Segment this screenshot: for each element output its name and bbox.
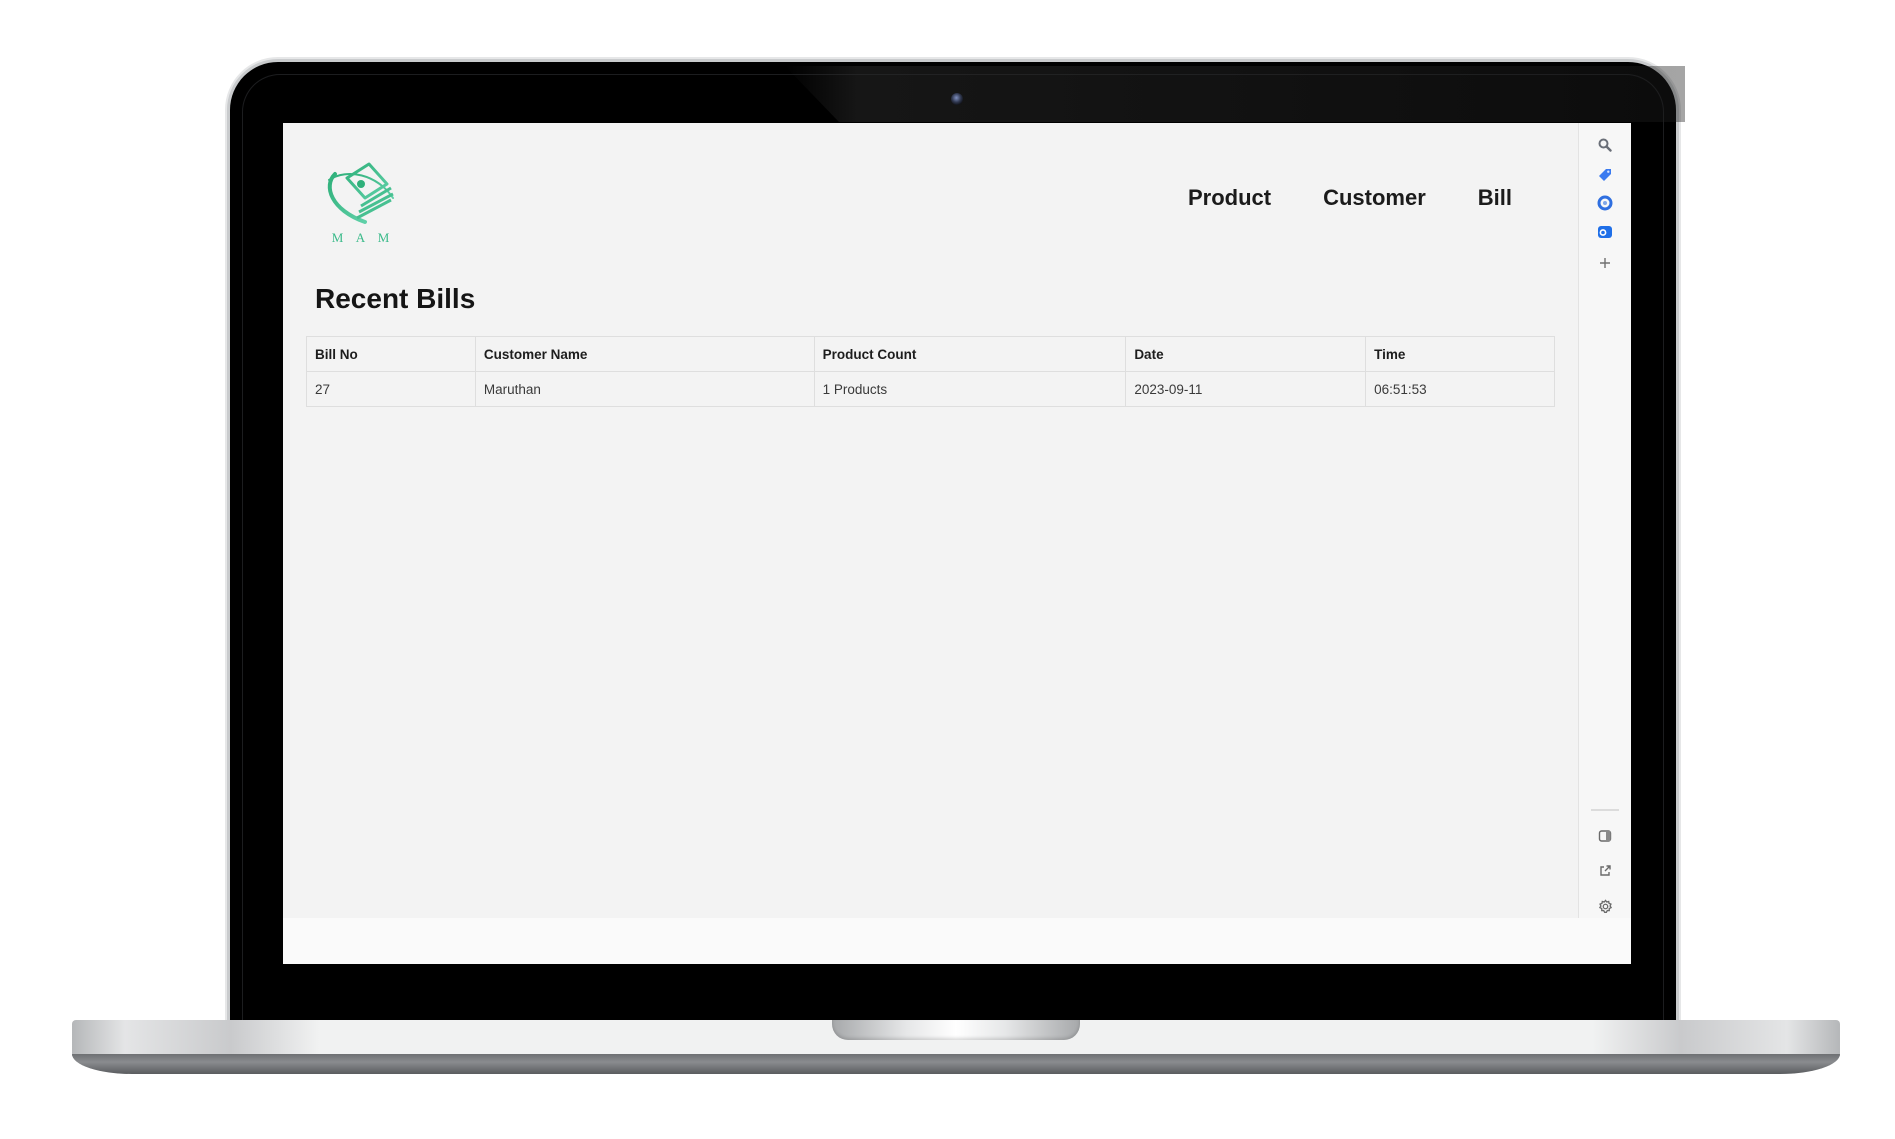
outlook-icon[interactable] [1593,220,1617,244]
brand-logo[interactable]: M A M [321,158,405,248]
cell-product-count: 1 Products [813,371,1127,407]
open-external-icon[interactable] [1593,859,1617,883]
laptop-opening-notch [832,1020,1080,1040]
web-app: M A M Product Customer Bill Recent Bills… [283,123,1578,918]
cell-time: 06:51:53 [1365,371,1555,407]
cell-date: 2023-09-11 [1125,371,1367,407]
browser-sidebar [1578,123,1631,918]
split-screen-icon[interactable] [1593,824,1617,848]
table-header-row: Bill No Customer Name Product Count Date… [306,336,1555,372]
column-header-time: Time [1365,336,1555,372]
sidebar-divider [1591,809,1619,811]
main-nav: Product Customer Bill [1188,185,1512,211]
tag-icon[interactable] [1593,163,1617,187]
nav-bill[interactable]: Bill [1478,185,1512,211]
column-header-product-count: Product Count [813,336,1127,372]
add-icon[interactable] [1593,251,1617,275]
cell-customer-name: Maruthan [474,371,815,407]
table-row[interactable]: 27 Maruthan 1 Products 2023-09-11 06:51:… [306,371,1555,407]
webcam-icon [951,93,963,105]
recent-bills-table: Bill No Customer Name Product Count Date… [306,336,1555,407]
column-header-bill-no: Bill No [306,336,476,372]
cell-bill-no: 27 [306,371,476,407]
laptop-base-edge [72,1054,1840,1074]
settings-icon[interactable] [1593,894,1617,918]
money-logo-icon [327,162,394,224]
copilot-icon[interactable] [1593,191,1617,215]
logo-text: M A M [331,230,395,245]
screen-bottom-area [283,918,1631,964]
laptop-screen: M A M Product Customer Bill Recent Bills… [283,123,1631,964]
nav-product[interactable]: Product [1188,185,1271,211]
column-header-date: Date [1125,336,1367,372]
column-header-customer-name: Customer Name [474,336,815,372]
search-icon[interactable] [1593,133,1617,157]
nav-customer[interactable]: Customer [1323,185,1426,211]
page-title: Recent Bills [315,283,476,314]
